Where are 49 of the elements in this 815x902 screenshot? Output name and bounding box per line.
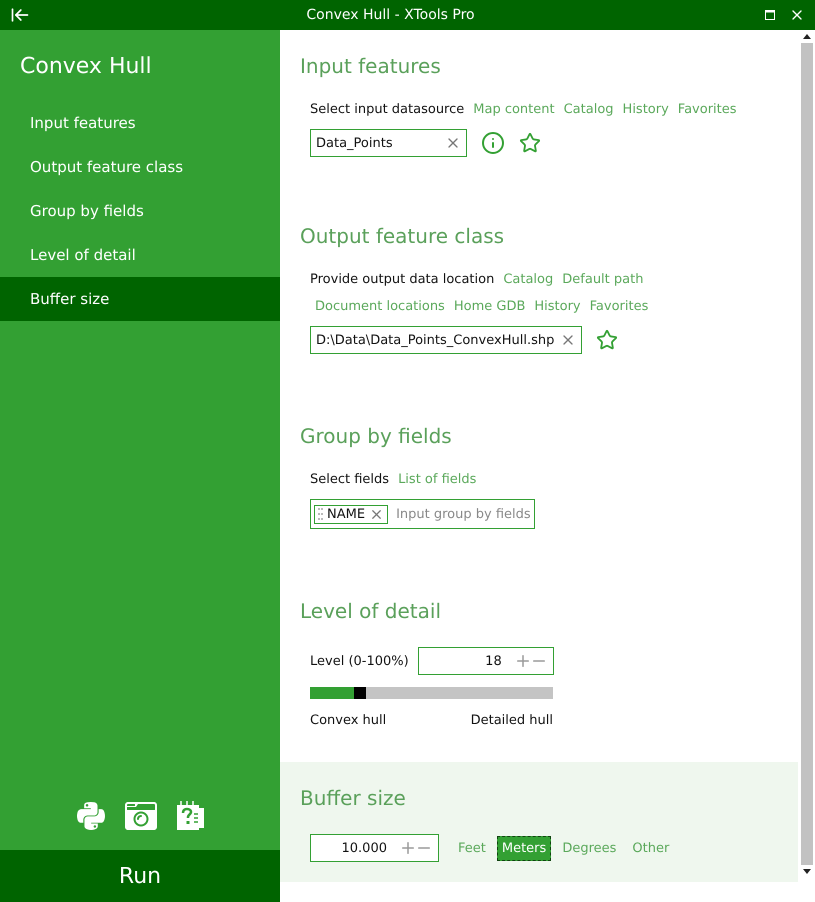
location-link[interactable]: Home GDB [454,299,526,314]
maximize-icon[interactable] [765,10,775,20]
input-field[interactable]: Data_Points [310,129,467,157]
location-link[interactable]: Catalog [503,272,554,287]
max-label: Detailed hull [470,713,553,728]
camera-icon[interactable] [125,800,157,832]
plus-icon[interactable] [399,839,417,857]
field-tag[interactable]: NAME [314,504,388,524]
level-slider[interactable] [310,687,553,699]
prompt-label: Select input datasource [310,102,464,117]
unit-option[interactable]: Degrees [557,836,622,860]
prompt-label: Select fields [310,472,390,487]
source-link[interactable]: Map content [473,102,555,117]
buffer-spinbox[interactable]: 10.000 [310,834,439,862]
level-label: Level (0-100%) [310,654,409,668]
section-heading: Input features [300,54,442,78]
window-title: Convex Hull - XTools Pro [305,7,476,23]
source-link[interactable]: Catalog [564,102,614,117]
info-icon[interactable] [481,131,505,155]
fields-link[interactable]: List of fields [398,472,476,487]
location-link[interactable]: Document locations [315,299,445,314]
section-heading: Group by fields [300,424,453,448]
section-heading: Buffer size [300,786,407,810]
python-icon[interactable] [75,800,107,832]
source-link[interactable]: History [622,102,669,117]
sidebar-item[interactable]: Input features [0,101,280,145]
grip-icon[interactable] [318,508,323,520]
unit-option[interactable]: Meters [496,836,552,860]
prompt-label: Provide output data location [310,272,494,287]
group-fields-input[interactable]: NAME Input group by fields [310,499,535,529]
unit-option[interactable]: Feet [453,836,491,860]
location-link[interactable]: History [534,299,581,314]
output-path-field[interactable]: D:\Data\Data_Points_ConvexHull.shp [310,326,582,354]
min-label: Convex hull [310,713,386,728]
sidebar-item[interactable]: Output feature class [0,145,280,189]
run-button[interactable]: Run [0,850,280,902]
location-link[interactable]: Favorites [590,299,648,314]
section-heading: Level of detail [300,599,442,623]
star-icon[interactable] [519,132,541,154]
level-spinbox[interactable]: 18 [418,647,554,675]
sidebar-title: Convex Hull [19,53,153,81]
sidebar-item[interactable]: Level of detail [0,233,280,277]
unit-option[interactable]: Other [627,836,674,860]
sidebar-item[interactable]: Buffer size [0,277,280,321]
sidebar-item[interactable]: Group by fields [0,189,280,233]
source-link[interactable]: Favorites [678,102,737,117]
star-icon[interactable] [596,329,618,351]
section-heading: Output feature class [300,224,506,248]
location-link[interactable]: Default path [562,272,644,287]
